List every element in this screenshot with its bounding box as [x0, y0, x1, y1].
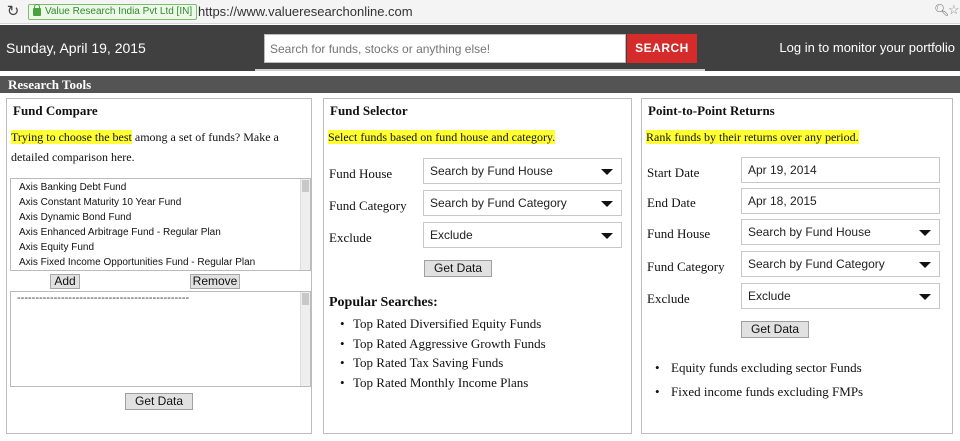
list-item[interactable]: Axis Banking Debt Fund: [19, 180, 310, 195]
remove-button[interactable]: Remove: [190, 274, 240, 289]
chevron-down-icon: [601, 201, 613, 207]
fs-exclude-dropdown[interactable]: Exclude: [423, 222, 622, 248]
chevron-down-icon: [919, 262, 931, 268]
secure-site-badge[interactable]: Value Research India Pvt Ltd [IN]: [28, 4, 198, 20]
fund-selector-get-data-button[interactable]: Get Data: [424, 260, 492, 277]
popular-search-link[interactable]: Top Rated Tax Saving Funds: [340, 353, 546, 373]
start-date-label: Start Date: [647, 165, 700, 180]
fund-selector-title: Fund Selector: [330, 103, 408, 118]
p2p-exclude-label: Exclude: [647, 291, 690, 306]
end-date-label: End Date: [647, 195, 696, 210]
scrollbar-thumb[interactable]: [302, 180, 309, 192]
research-tools-bar: Research Tools: [0, 76, 960, 93]
chevron-down-icon: [919, 230, 931, 236]
site-search-input[interactable]: [264, 34, 626, 63]
selected-funds-box[interactable]: ----------------------------------------…: [10, 291, 311, 387]
reload-icon[interactable]: ↻: [5, 3, 21, 21]
popular-search-link[interactable]: Top Rated Diversified Equity Funds: [340, 314, 546, 334]
fs-fund-category-dropdown[interactable]: Search by Fund Category: [423, 190, 622, 216]
lock-icon: [33, 4, 41, 16]
p2p-fund-category-dropdown[interactable]: Search by Fund Category: [741, 251, 940, 277]
list-item[interactable]: Axis Dynamic Bond Fund: [19, 210, 310, 225]
chevron-down-icon: [601, 233, 613, 239]
p2p-exclude-value: Exclude: [748, 289, 791, 303]
p2p-exclude-dropdown[interactable]: Exclude: [741, 283, 940, 309]
fs-fund-category-label: Fund Category: [329, 198, 407, 213]
p2p-fund-category-label: Fund Category: [647, 259, 725, 274]
header-date: Sunday, April 19, 2015: [6, 40, 146, 56]
fund-compare-description: Trying to choose the best among a set of…: [11, 127, 279, 167]
search-button[interactable]: SEARCH: [627, 34, 697, 63]
p2p-fund-house-label: Fund House: [647, 226, 711, 241]
fund-compare-get-data-button[interactable]: Get Data: [125, 393, 193, 410]
p2p-links-list: Equity funds excluding sector Funds Fixe…: [655, 356, 863, 404]
selected-funds-scrollbar[interactable]: [300, 292, 310, 386]
fs-fund-house-dropdown[interactable]: Search by Fund House: [423, 158, 622, 184]
fund-compare-panel: Fund Compare Trying to choose the best a…: [6, 98, 312, 434]
fund-selector-desc-highlight: Select funds based on fund house and cat…: [328, 130, 556, 144]
start-date-input[interactable]: Apr 19, 2014: [741, 157, 940, 183]
fund-list-box[interactable]: Axis Banking Debt Fund Axis Constant Mat…: [10, 178, 311, 271]
p2p-fund-house-value: Search by Fund House: [748, 225, 871, 239]
fund-list-scrollbar[interactable]: [300, 179, 310, 270]
fund-compare-desc-highlight: Trying to choose the best: [11, 130, 132, 144]
chevron-down-icon: [919, 294, 931, 300]
list-item[interactable]: Axis Constant Maturity 10 Year Fund: [19, 195, 310, 210]
scrollbar-thumb[interactable]: [302, 293, 309, 305]
fund-compare-desc-rest: among a set of funds? Make a: [131, 130, 279, 144]
p2p-preset-link[interactable]: Fixed income funds excluding FMPs: [655, 380, 863, 404]
secure-site-label: Value Research India Pvt Ltd [IN]: [45, 6, 193, 17]
p2p-preset-link[interactable]: Equity funds excluding sector Funds: [655, 356, 863, 380]
header-divider: [255, 69, 705, 71]
login-link[interactable]: Log in to monitor your portfolio: [779, 40, 955, 55]
list-item[interactable]: Axis Equity Fund: [19, 240, 310, 255]
add-button[interactable]: Add: [50, 274, 80, 289]
list-item[interactable]: Axis Enhanced Arbitrage Fund - Regular P…: [19, 225, 310, 240]
url-text[interactable]: https://www.valueresearchonline.com: [198, 4, 413, 20]
p2p-fund-house-dropdown[interactable]: Search by Fund House: [741, 219, 940, 245]
fs-exclude-label: Exclude: [329, 230, 372, 245]
browser-address-bar: ↻ Value Research India Pvt Ltd [IN] http…: [0, 0, 960, 24]
fs-fund-category-value: Search by Fund Category: [430, 196, 567, 210]
popular-searches-list: Top Rated Diversified Equity Funds Top R…: [340, 314, 546, 392]
selected-funds-placeholder: ----------------------------------------…: [17, 292, 190, 304]
list-item[interactable]: Axis Fixed Income Opportunities Fund - R…: [19, 255, 310, 270]
chevron-down-icon: [601, 169, 613, 175]
zoom-icon[interactable]: 🔍︎: [934, 3, 949, 17]
fund-compare-desc-line2: detailed comparison here.: [11, 150, 135, 164]
popular-search-link[interactable]: Top Rated Monthly Income Plans: [340, 373, 546, 393]
p2p-get-data-button[interactable]: Get Data: [741, 321, 809, 338]
fund-selector-description: Select funds based on fund house and cat…: [328, 127, 556, 147]
fund-selector-panel: Fund Selector Select funds based on fund…: [323, 98, 632, 434]
site-header: Sunday, April 19, 2015 SEARCH Log in to …: [0, 25, 960, 71]
fund-compare-title: Fund Compare: [13, 103, 98, 118]
fs-exclude-value: Exclude: [430, 228, 473, 242]
fs-fund-house-label: Fund House: [329, 166, 393, 181]
star-icon[interactable]: ☆: [948, 2, 960, 18]
popular-searches-title: Popular Searches:: [329, 295, 438, 310]
fs-fund-house-value: Search by Fund House: [430, 164, 553, 178]
p2p-fund-category-value: Search by Fund Category: [748, 257, 885, 271]
p2p-description: Rank funds by their returns over any per…: [646, 127, 859, 147]
p2p-returns-panel: Point-to-Point Returns Rank funds by the…: [641, 98, 953, 434]
p2p-title: Point-to-Point Returns: [648, 103, 775, 118]
popular-search-link[interactable]: Top Rated Aggressive Growth Funds: [340, 334, 546, 354]
p2p-desc-highlight: Rank funds by their returns over any per…: [646, 130, 859, 144]
end-date-input[interactable]: Apr 18, 2015: [741, 188, 940, 214]
